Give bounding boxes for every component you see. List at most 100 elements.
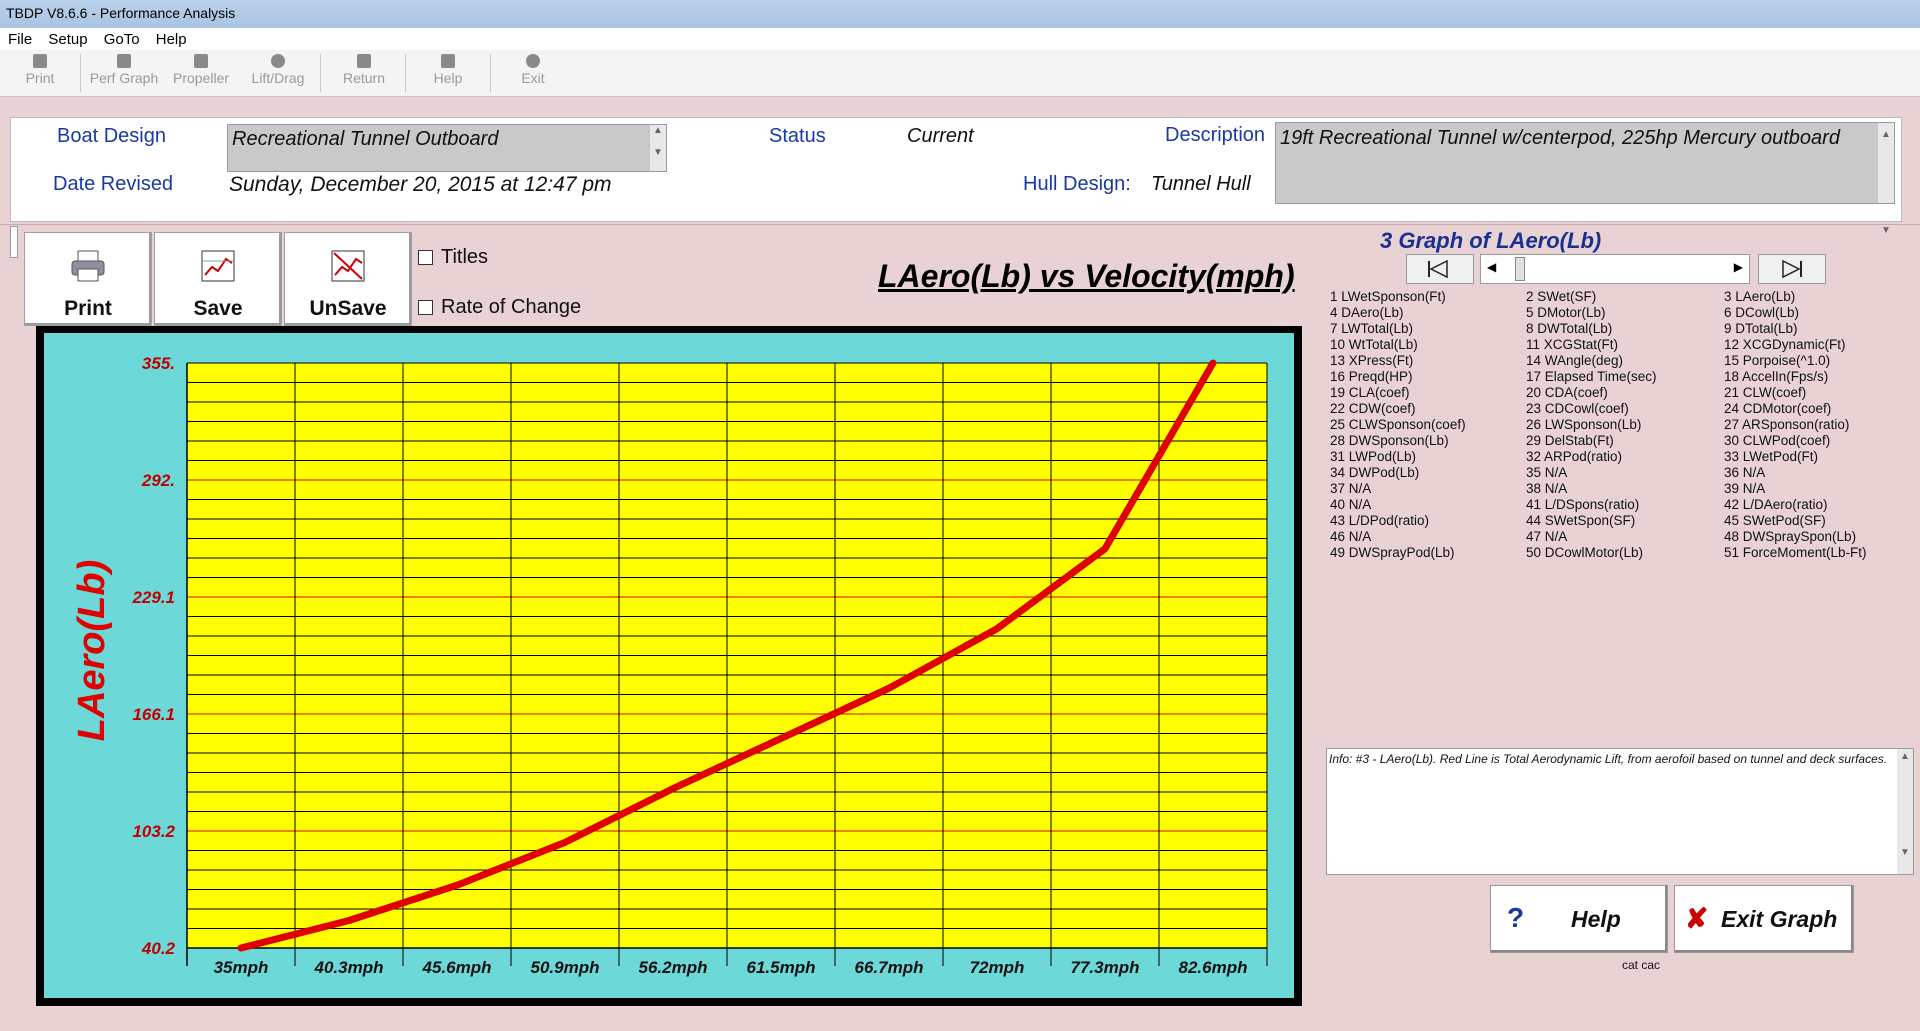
titles-checkbox[interactable]: Titles bbox=[418, 246, 488, 269]
graph-print-button[interactable]: Print bbox=[24, 232, 152, 326]
graph-list-item[interactable]: 41 L/DSpons(ratio) bbox=[1526, 497, 1657, 513]
graph-list-column-3: 3 LAero(Lb) 6 DCowl(Lb) 9 DTotal(Lb) 12 XCG… bbox=[1724, 289, 1867, 561]
toolbar-print-button[interactable]: Print bbox=[22, 52, 58, 86]
y-tick-label: 166.1 bbox=[132, 705, 175, 724]
toolbar-liftdrag-button[interactable]: Lift/Drag bbox=[246, 52, 310, 86]
titles-checkbox-label: Titles bbox=[441, 246, 489, 268]
graph-list-item[interactable]: 19 CLA(coef) bbox=[1330, 385, 1466, 401]
menu-goto[interactable]: GoTo bbox=[104, 31, 140, 48]
graph-list-item[interactable]: 12 XCGDynamic(Ft) bbox=[1724, 337, 1867, 353]
description-field[interactable]: 19ft Recreational Tunnel w/centerpod, 22… bbox=[1275, 122, 1895, 236]
toolbar-return-label: Return bbox=[342, 70, 386, 86]
toolbar-print-label: Print bbox=[25, 70, 55, 86]
graph-list-item[interactable]: 28 DWSponson(Lb) bbox=[1330, 433, 1466, 449]
graph-list-item[interactable]: 46 N/A bbox=[1330, 529, 1466, 545]
graph-list-item[interactable]: 24 CDMotor(coef) bbox=[1724, 401, 1867, 417]
help-button[interactable]: ? Help bbox=[1490, 885, 1668, 953]
exit-x-icon: ✘ bbox=[1685, 903, 1709, 934]
graph-save-button[interactable]: Save bbox=[154, 232, 282, 326]
info-scrollbar[interactable]: ▲ ▼ bbox=[1897, 749, 1913, 874]
graph-list-item[interactable]: 50 DCowlMotor(Lb) bbox=[1526, 545, 1657, 561]
menu-setup[interactable]: Setup bbox=[48, 31, 87, 48]
status-value: Current bbox=[907, 125, 974, 147]
menu-help[interactable]: Help bbox=[156, 31, 187, 48]
graph-list-item[interactable]: 36 N/A bbox=[1724, 465, 1867, 481]
graph-list-item[interactable]: 26 LWSponson(Lb) bbox=[1526, 417, 1657, 433]
scroll-right-icon[interactable]: ▶ bbox=[1734, 260, 1743, 274]
graph-list-item[interactable]: 37 N/A bbox=[1330, 481, 1466, 497]
graph-list-item[interactable]: 43 L/DPod(ratio) bbox=[1330, 513, 1466, 529]
y-tick-label: 103.2 bbox=[132, 822, 175, 841]
graph-list-item[interactable]: 2 SWet(SF) bbox=[1526, 289, 1657, 305]
scroll-left-icon[interactable]: ◀ bbox=[1487, 260, 1496, 274]
graph-list-item[interactable]: 8 DWTotal(Lb) bbox=[1526, 321, 1657, 337]
scroll-thumb[interactable] bbox=[1515, 257, 1525, 281]
graph-list-item[interactable]: 27 ARSponson(ratio) bbox=[1724, 417, 1867, 433]
graph-list-item[interactable]: 40 N/A bbox=[1330, 497, 1466, 513]
graph-list-item[interactable]: 34 DWPod(Lb) bbox=[1330, 465, 1466, 481]
last-graph-button[interactable] bbox=[1758, 254, 1826, 284]
toolbar-exit-button[interactable]: Exit bbox=[518, 52, 548, 86]
graph-list-item[interactable]: 14 WAngle(deg) bbox=[1526, 353, 1657, 369]
graph-list-item[interactable]: 18 AccelIn(Fps/s) bbox=[1724, 369, 1867, 385]
toolbar-separator bbox=[80, 54, 81, 92]
graph-list-item[interactable]: 3 LAero(Lb) bbox=[1724, 289, 1867, 305]
y-tick-label: 355. bbox=[142, 354, 175, 373]
splitter-handle[interactable] bbox=[10, 226, 18, 258]
date-revised-label: Date Revised bbox=[53, 173, 174, 195]
toolbar-return-button[interactable]: Return bbox=[340, 52, 388, 86]
graph-list-item[interactable]: 48 DWSpraySpon(Lb) bbox=[1724, 529, 1867, 545]
toolbar-help-button[interactable]: Help bbox=[428, 52, 468, 86]
graph-list-item[interactable]: 20 CDA(coef) bbox=[1526, 385, 1657, 401]
rate-of-change-checkbox-box[interactable] bbox=[418, 300, 433, 316]
graph-list-item[interactable]: 22 CDW(coef) bbox=[1330, 401, 1466, 417]
graph-list-item[interactable]: 29 DelStab(Ft) bbox=[1526, 433, 1657, 449]
graph-list-item[interactable]: 11 XCGStat(Ft) bbox=[1526, 337, 1657, 353]
titles-checkbox-box[interactable] bbox=[418, 250, 433, 266]
graph-list-item[interactable]: 38 N/A bbox=[1526, 481, 1657, 497]
graph-list-item[interactable]: 23 CDCowl(coef) bbox=[1526, 401, 1657, 417]
graph-list-item[interactable]: 30 CLWPod(coef) bbox=[1724, 433, 1867, 449]
graph-list-item[interactable]: 31 LWPod(Lb) bbox=[1330, 449, 1466, 465]
graph-list-item[interactable]: 15 Porpoise(^1.0) bbox=[1724, 353, 1867, 369]
chart-area: 40.2 103.2 166.1 229.1 292. 355. 35mph 40.3mph 4… bbox=[44, 333, 1294, 998]
graph-scrollbar[interactable]: ◀ ▶ bbox=[1480, 254, 1750, 284]
graph-list-item[interactable]: 33 LWetPod(Ft) bbox=[1724, 449, 1867, 465]
graph-list-item[interactable]: 9 DTotal(Lb) bbox=[1724, 321, 1867, 337]
first-graph-button[interactable] bbox=[1406, 254, 1474, 284]
graph-list-item[interactable]: 4 DAero(Lb) bbox=[1330, 305, 1466, 321]
graph-list-item[interactable]: 1 LWetSponson(Ft) bbox=[1330, 289, 1466, 305]
exit-graph-button[interactable]: ✘ Exit Graph bbox=[1674, 885, 1854, 953]
rate-of-change-label: Rate of Change bbox=[441, 296, 582, 318]
graph-list-item[interactable]: 44 SWetSpon(SF) bbox=[1526, 513, 1657, 529]
graph-list-item[interactable]: 49 DWSprayPod(Lb) bbox=[1330, 545, 1466, 561]
graph-list-item[interactable]: 5 DMotor(Lb) bbox=[1526, 305, 1657, 321]
graph-list-item[interactable]: 35 N/A bbox=[1526, 465, 1657, 481]
graph-list-item[interactable]: 10 WtTotal(Lb) bbox=[1330, 337, 1466, 353]
graph-list-item[interactable]: 16 Preqd(HP) bbox=[1330, 369, 1466, 385]
graph-list-item[interactable]: 42 L/DAero(ratio) bbox=[1724, 497, 1867, 513]
graph-list-item[interactable]: 17 Elapsed Time(sec) bbox=[1526, 369, 1657, 385]
graph-list-item[interactable]: 51 ForceMoment(Lb-Ft) bbox=[1724, 545, 1867, 561]
graph-list-item[interactable]: 13 XPress(Ft) bbox=[1330, 353, 1466, 369]
graph-list-item[interactable]: 45 SWetPod(SF) bbox=[1724, 513, 1867, 529]
graph-unsave-button[interactable]: UnSave bbox=[284, 232, 412, 326]
rate-of-change-checkbox[interactable]: Rate of Change bbox=[418, 296, 581, 319]
boat-design-scrollbar[interactable]: ▲ ▼ bbox=[650, 125, 666, 171]
graph-list-item[interactable]: 21 CLW(coef) bbox=[1724, 385, 1867, 401]
toolbar-perf-graph-button[interactable]: Perf Graph bbox=[88, 52, 160, 86]
graph-list-item[interactable]: 7 LWTotal(Lb) bbox=[1330, 321, 1466, 337]
x-tick-label: 77.3mph bbox=[1071, 958, 1140, 977]
menu-file[interactable]: File bbox=[8, 31, 32, 48]
graph-list-item[interactable]: 6 DCowl(Lb) bbox=[1724, 305, 1867, 321]
description-scrollbar[interactable]: ▲ ▼ bbox=[1878, 123, 1894, 236]
graph-list-item[interactable]: 32 ARPod(ratio) bbox=[1526, 449, 1657, 465]
description-value: 19ft Recreational Tunnel w/centerpod, 22… bbox=[1280, 127, 1840, 149]
graph-list-item[interactable]: 47 N/A bbox=[1526, 529, 1657, 545]
boat-design-field[interactable]: Recreational Tunnel Outboard ▲ ▼ bbox=[227, 124, 667, 172]
toolbar-separator bbox=[320, 54, 321, 92]
propeller-icon bbox=[194, 54, 208, 68]
toolbar-propeller-button[interactable]: Propeller bbox=[168, 52, 234, 86]
graph-list-item[interactable]: 25 CLWSponson(coef) bbox=[1330, 417, 1466, 433]
graph-list-item[interactable]: 39 N/A bbox=[1724, 481, 1867, 497]
